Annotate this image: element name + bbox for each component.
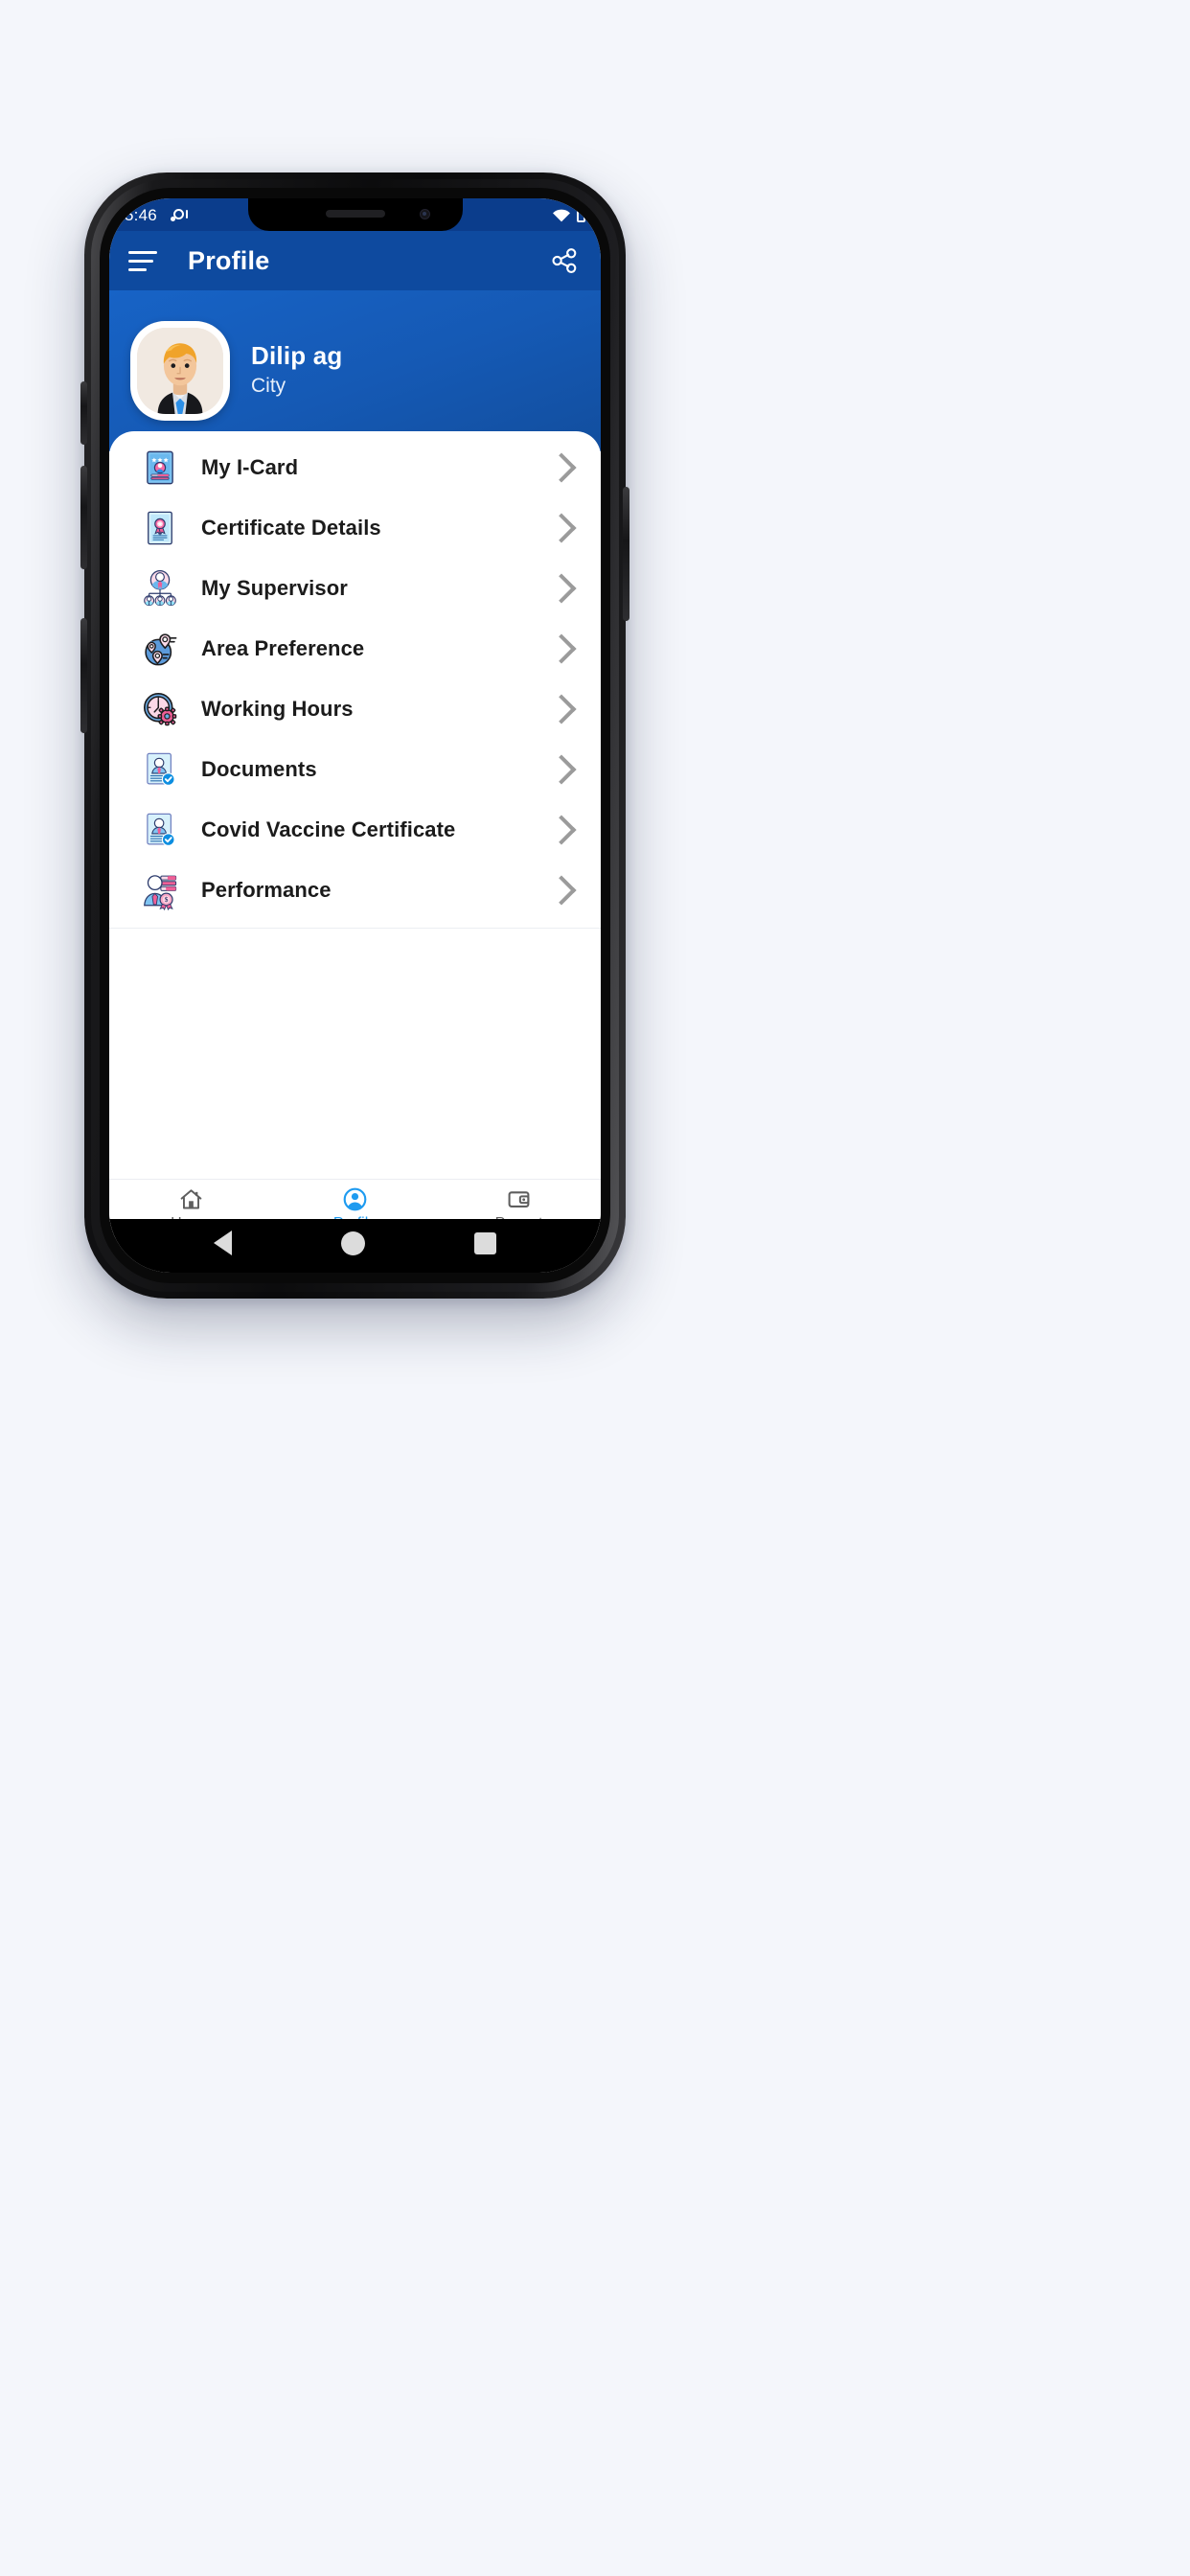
- back-triangle-icon[interactable]: [214, 1230, 232, 1255]
- chevron-right-icon: [546, 753, 577, 785]
- hamburger-menu-icon[interactable]: [128, 250, 157, 271]
- account-circle-icon: [343, 1187, 367, 1211]
- home-icon: [180, 1189, 202, 1209]
- menu-item-label: My Supervisor: [201, 575, 348, 600]
- map-location-icon: [138, 627, 182, 671]
- status-bar-time: 5:46: [125, 205, 157, 224]
- menu-item-certificate-details[interactable]: Certificate Details: [109, 497, 601, 558]
- power-button[interactable]: [623, 487, 629, 621]
- menu-list-divider: [109, 928, 601, 929]
- volume-up-button[interactable]: [80, 381, 87, 445]
- wallet-icon: [508, 1191, 530, 1208]
- profile-header: Dilip ag City: [109, 290, 601, 451]
- notification-dot-icon: [170, 208, 188, 222]
- chevron-right-icon: [546, 874, 577, 906]
- document-verified-icon: [138, 808, 182, 852]
- profile-text-block: Dilip ag City: [251, 342, 343, 399]
- certificate-icon: [138, 506, 182, 550]
- user-avatar-illustration: [137, 328, 223, 414]
- avatar[interactable]: [130, 321, 230, 421]
- chevron-right-icon: [546, 632, 577, 664]
- earpiece-speaker: [325, 210, 385, 218]
- battery-icon: [577, 205, 585, 222]
- mute-switch-button[interactable]: [80, 618, 87, 733]
- app-bar: Profile: [109, 231, 601, 290]
- wifi-icon: [553, 209, 570, 221]
- avatar-image: [137, 328, 223, 414]
- svg-text:$: $: [165, 895, 169, 903]
- menu-item-my-i-card[interactable]: My I-Card: [109, 437, 601, 497]
- performance-badge-icon: $: [138, 868, 182, 912]
- menu-item-area-preference[interactable]: Area Preference: [109, 618, 601, 678]
- menu-item-label: Covid Vaccine Certificate: [201, 816, 456, 841]
- phone-notch: [247, 198, 463, 231]
- menu-item-working-hours[interactable]: Working Hours: [109, 678, 601, 739]
- org-chart-icon: [138, 566, 182, 610]
- phone-screen: 5:46 Profile Dilip ag City My I-Card Cer…: [109, 198, 601, 1273]
- status-bar-system-icons: [552, 205, 587, 222]
- document-verified-icon: [138, 748, 182, 792]
- chevron-right-icon: [546, 512, 577, 543]
- front-camera: [419, 209, 430, 219]
- page-root: 5:46 Profile Dilip ag City My I-Card Cer…: [0, 0, 1190, 2576]
- chevron-right-icon: [546, 572, 577, 604]
- menu-item-my-supervisor[interactable]: My Supervisor: [109, 558, 601, 618]
- menu-item-label: Area Preference: [201, 635, 365, 660]
- share-icon[interactable]: [549, 245, 580, 276]
- chevron-right-icon: [546, 451, 577, 483]
- volume-down-button[interactable]: [80, 466, 87, 569]
- page-title: Profile: [188, 245, 270, 275]
- menu-item-label: Certificate Details: [201, 515, 381, 540]
- profile-menu-list: My I-Card Certificate Details My Supervi…: [109, 431, 601, 929]
- menu-sheet: My I-Card Certificate Details My Supervi…: [109, 431, 601, 1179]
- menu-item-covid-vaccine-certificate[interactable]: Covid Vaccine Certificate: [109, 799, 601, 860]
- status-bar-notification-icons: [170, 208, 188, 222]
- profile-name: Dilip ag: [251, 341, 343, 371]
- menu-item-label: Working Hours: [201, 696, 354, 721]
- menu-item-label: Documents: [201, 756, 317, 781]
- menu-item-label: My I-Card: [201, 454, 299, 479]
- menu-item-documents[interactable]: Documents: [109, 739, 601, 799]
- menu-item-label: Performance: [201, 877, 332, 902]
- menu-item-performance[interactable]: $ Performance: [109, 860, 601, 920]
- android-system-navigation: [109, 1219, 601, 1273]
- clock-settings-icon: [138, 687, 182, 731]
- recents-square-icon[interactable]: [474, 1231, 496, 1254]
- profile-location: City: [251, 375, 286, 398]
- chevron-right-icon: [546, 814, 577, 845]
- home-circle-icon[interactable]: [341, 1230, 365, 1255]
- id-card-icon: [138, 446, 182, 490]
- chevron-right-icon: [546, 693, 577, 724]
